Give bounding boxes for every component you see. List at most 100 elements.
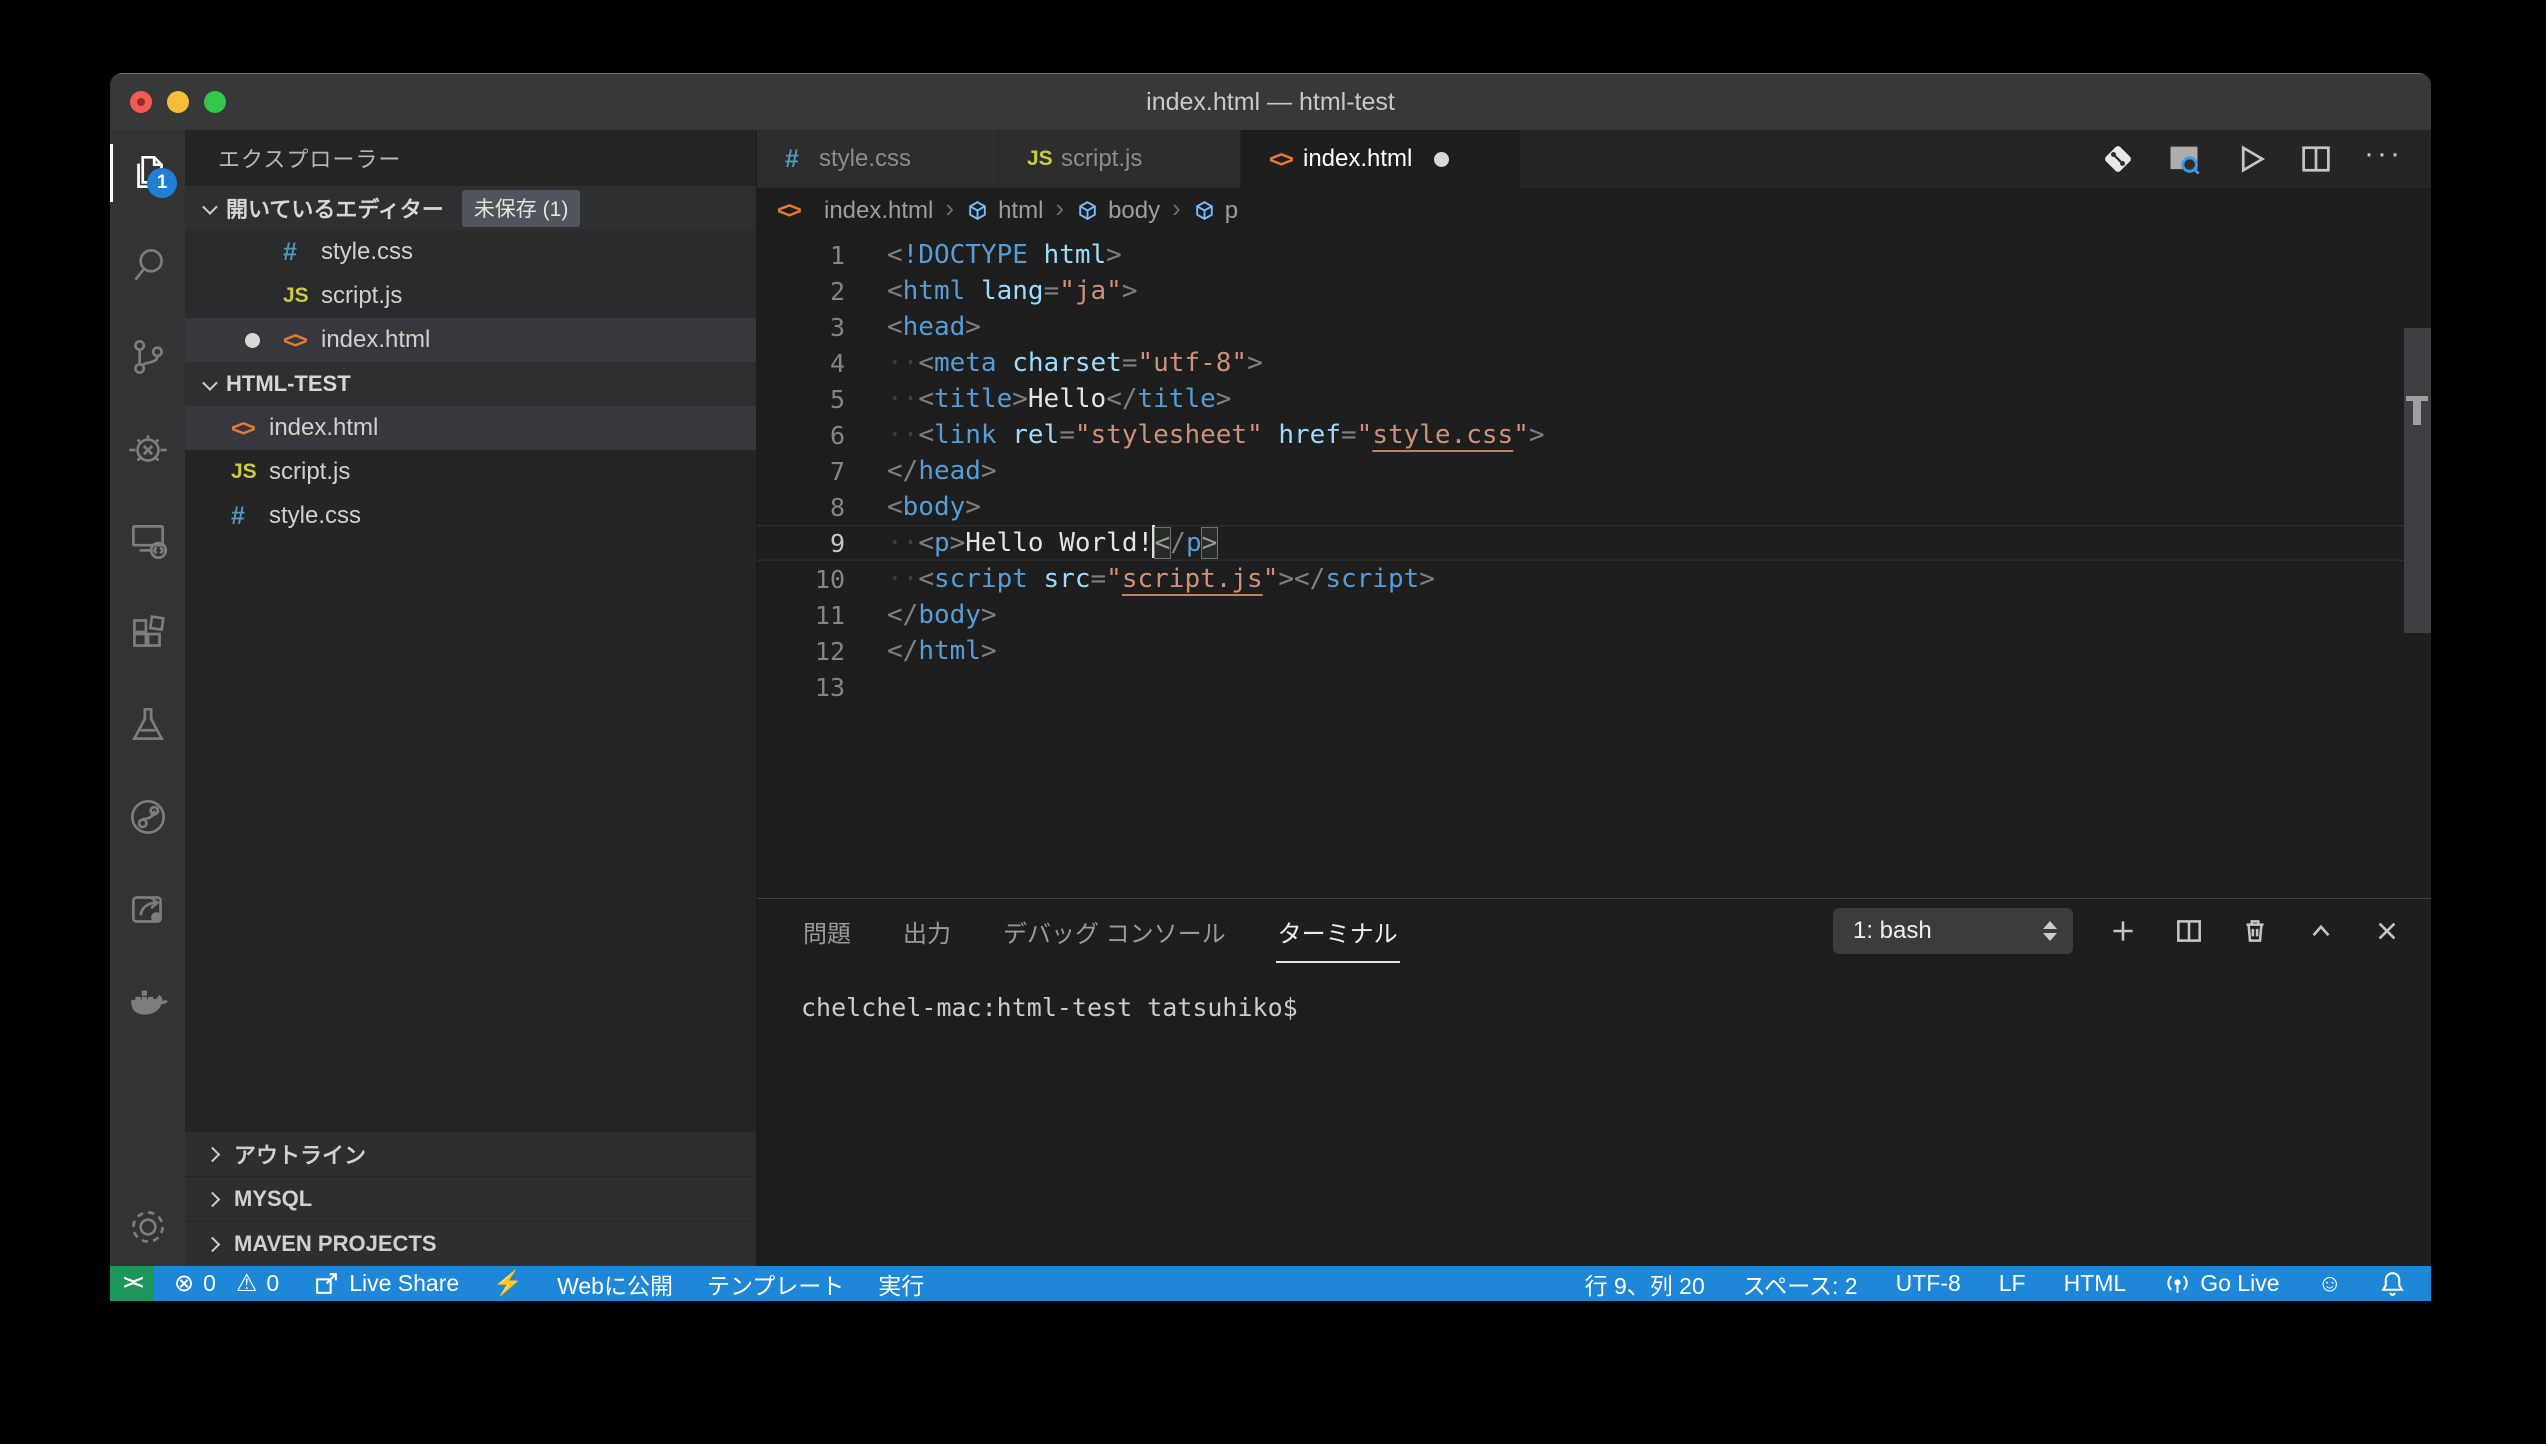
- status-item-UTF-8[interactable]: UTF-8: [1896, 1270, 1961, 1297]
- line-number: 3: [757, 313, 845, 342]
- sidebar-section-アウトライン[interactable]: アウトライン: [185, 1131, 756, 1176]
- tab-label: style.css: [819, 145, 911, 173]
- breadcrumb-separator: ›: [1053, 193, 1066, 228]
- symbol-cube-icon: [1076, 199, 1099, 222]
- line-number: 13: [757, 673, 845, 702]
- open-preview-icon[interactable]: [2166, 141, 2202, 177]
- bell-icon: [2380, 1270, 2405, 1297]
- terminal-prompt: chelchel-mac:html-test tatsuhiko$: [801, 993, 1298, 1022]
- editor-actions: ···: [2100, 130, 2431, 188]
- tree-item-index.html[interactable]: <>index.html: [185, 406, 756, 450]
- panel-tab-出力[interactable]: 出力: [901, 900, 953, 963]
- status-item-HTML[interactable]: HTML: [2064, 1270, 2127, 1297]
- status-item-Go Live[interactable]: Go Live: [2164, 1270, 2279, 1297]
- search-icon[interactable]: [110, 236, 185, 294]
- status-item-Live Share[interactable]: Live Share: [313, 1270, 459, 1297]
- code-editor[interactable]: 1<!DOCTYPE html>2<html lang="ja">3<head>…: [757, 233, 2431, 898]
- terminal-select[interactable]: 1: bash: [1833, 908, 2073, 954]
- status-item-テンプレート[interactable]: テンプレート: [707, 1267, 844, 1301]
- code-line-3: 3<head>: [757, 309, 2431, 345]
- folder-header[interactable]: HTML-TEST: [185, 362, 756, 406]
- maximize-window-button[interactable]: [204, 91, 226, 113]
- extensions-icon[interactable]: [110, 604, 185, 662]
- error-icon: ⊗: [174, 1269, 194, 1298]
- source-control-icon[interactable]: [110, 328, 185, 386]
- open-editor-item-script.js[interactable]: JSscript.js: [185, 274, 756, 318]
- git-compare-icon[interactable]: [2100, 141, 2136, 177]
- desktop-background: index.html — html-test 1: [0, 0, 2546, 1444]
- status-item-実行[interactable]: 実行: [878, 1267, 924, 1301]
- panel-tab-問題[interactable]: 問題: [801, 900, 853, 963]
- editor-tab-style.css[interactable]: #style.css: [757, 130, 999, 188]
- minimize-window-button[interactable]: [167, 91, 189, 113]
- breadcrumb-separator: ›: [1170, 193, 1183, 228]
- testing-icon[interactable]: [110, 696, 185, 754]
- run-play-icon[interactable]: [2232, 141, 2268, 177]
- line-number: 1: [757, 241, 845, 270]
- html-file-icon: <>: [1269, 146, 1303, 173]
- sidebar-title: エクスプローラー: [185, 130, 756, 186]
- unsaved-badge: 未保存 (1): [462, 190, 581, 227]
- status-item-smiley[interactable]: ☺: [2317, 1270, 2342, 1298]
- status-item-スペース: 2[interactable]: スペース: 2: [1743, 1267, 1858, 1301]
- sidebar-section-MYSQL[interactable]: MYSQL: [185, 1176, 756, 1221]
- tree-item-style.css[interactable]: #style.css: [185, 494, 756, 538]
- publish-icon[interactable]: [110, 880, 185, 938]
- open-editors-header[interactable]: 開いているエディター 未保存 (1): [185, 186, 756, 230]
- panel-tab-デバッグ コンソール[interactable]: デバッグ コンソール: [1001, 900, 1228, 963]
- close-window-button[interactable]: [130, 91, 152, 113]
- line-number: 9: [757, 529, 845, 558]
- html-file-icon: <>: [283, 327, 321, 354]
- run-debug-icon[interactable]: [110, 420, 185, 478]
- more-actions-icon[interactable]: ···: [2364, 137, 2403, 181]
- settings-gear-icon[interactable]: [110, 1198, 185, 1256]
- status-item-bell[interactable]: [2380, 1270, 2405, 1297]
- file-tree: <>index.htmlJSscript.js#style.css: [185, 406, 756, 538]
- editor-scrollbar[interactable]: [2404, 328, 2431, 633]
- split-terminal-icon[interactable]: [2173, 915, 2205, 947]
- code-line-6: 6··<link rel="stylesheet" href="style.cs…: [757, 417, 2431, 453]
- breadcrumb-item-index.html[interactable]: <>index.html: [777, 197, 933, 225]
- panel-tab-ターミナル[interactable]: ターミナル: [1276, 900, 1400, 963]
- docker-icon[interactable]: [110, 972, 185, 1030]
- remote-indicator[interactable]: ><: [110, 1266, 154, 1301]
- file-name: script.js: [269, 458, 350, 486]
- editor-tab-index.html[interactable]: <>index.html: [1241, 130, 1521, 188]
- chevron-down-icon: [202, 375, 218, 391]
- breadcrumb-item-p[interactable]: p: [1193, 197, 1238, 225]
- tree-item-script.js[interactable]: JSscript.js: [185, 450, 756, 494]
- line-number: 10: [757, 565, 845, 594]
- js-file-icon: JS: [283, 284, 321, 308]
- code-line-1: 1<!DOCTYPE html>: [757, 237, 2431, 273]
- open-editor-item-style.css[interactable]: #style.css: [185, 230, 756, 274]
- open-editor-item-index.html[interactable]: <>index.html: [185, 318, 756, 362]
- remote-explorer-icon[interactable]: [110, 512, 185, 570]
- tab-label: script.js: [1061, 145, 1142, 173]
- breadcrumb-separator: ›: [943, 193, 956, 228]
- editor-column: #style.cssJSscript.js<>index.html: [757, 130, 2431, 1266]
- git-graph-icon[interactable]: [110, 788, 185, 846]
- live-share-icon: [313, 1270, 340, 1297]
- kill-terminal-trash-icon[interactable]: [2239, 915, 2271, 947]
- status-item-0[interactable]: ⚠0: [236, 1269, 279, 1298]
- editor-tab-script.js[interactable]: JSscript.js: [999, 130, 1241, 188]
- status-item-行 9、列 20[interactable]: 行 9、列 20: [1585, 1267, 1705, 1301]
- html-file-icon: <>: [231, 415, 269, 442]
- maximize-panel-icon[interactable]: [2305, 915, 2337, 947]
- code-line-5: 5··<title>Hello</title>: [757, 381, 2431, 417]
- status-item-0[interactable]: ⊗0: [174, 1269, 216, 1298]
- breadcrumb-item-html[interactable]: html: [966, 197, 1043, 225]
- close-panel-icon[interactable]: [2371, 915, 2403, 947]
- split-editor-icon[interactable]: [2298, 141, 2334, 177]
- terminal-output[interactable]: chelchel-mac:html-test tatsuhiko$: [757, 963, 2431, 1266]
- status-item-LF[interactable]: LF: [1999, 1270, 2026, 1297]
- select-arrows-icon: [2043, 921, 2057, 941]
- status-item-lightning[interactable]: ⚡: [493, 1269, 523, 1298]
- new-terminal-icon[interactable]: [2107, 915, 2139, 947]
- sidebar-section-MAVEN PROJECTS[interactable]: MAVEN PROJECTS: [185, 1221, 756, 1266]
- explorer-icon[interactable]: 1: [110, 144, 185, 202]
- breadcrumb-item-body[interactable]: body: [1076, 197, 1160, 225]
- file-name: script.js: [321, 282, 402, 310]
- status-item-Webに公開[interactable]: Webに公開: [557, 1267, 673, 1301]
- line-number: 4: [757, 349, 845, 378]
